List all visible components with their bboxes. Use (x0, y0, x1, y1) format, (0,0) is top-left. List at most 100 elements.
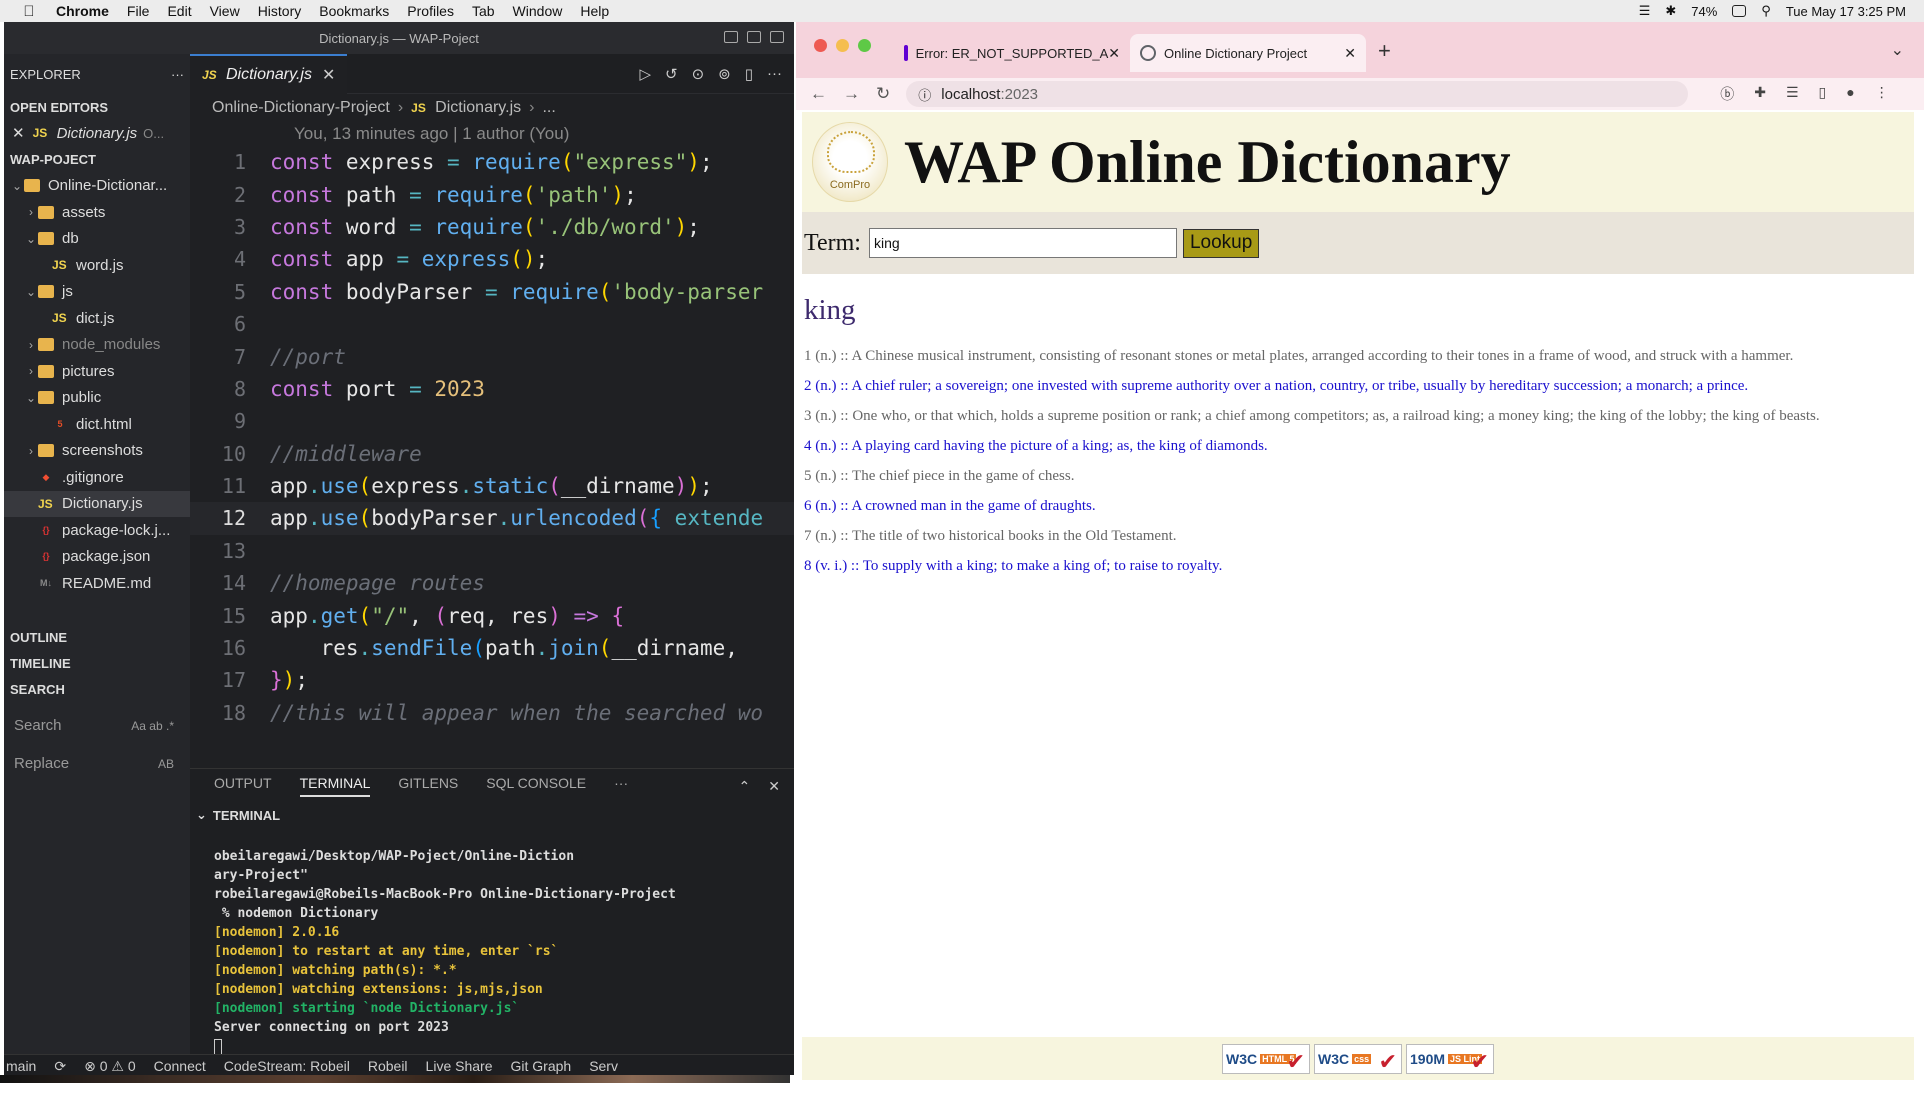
search-section[interactable]: SEARCH (4, 677, 190, 703)
status-item[interactable]: CodeStream: Robeil (224, 1058, 350, 1074)
code-line[interactable]: 18 //this will appear when the searched w… (190, 697, 794, 729)
chrome-menu-icon[interactable]: ⋮ (1875, 84, 1889, 104)
term-input[interactable]: king (868, 228, 1177, 258)
code-lines[interactable]: 1 const express = require("express"); 2 con… (190, 146, 794, 729)
tree-item-db[interactable]: ⌄ db (4, 226, 190, 253)
menu-help[interactable]: Help (580, 3, 609, 19)
search-input[interactable]: Search Aa ab .* (10, 711, 184, 741)
tree-item-screenshots[interactable]: › screenshots (4, 438, 190, 465)
close-tab-icon[interactable]: ✕ (322, 65, 335, 85)
menu-window[interactable]: Window (513, 3, 563, 19)
status-item[interactable]: Git Graph (510, 1058, 571, 1074)
run-icon[interactable]: ▷ (639, 65, 651, 83)
replace-all-icon[interactable]: AB (158, 757, 174, 771)
tree-item-online-dictionar-[interactable]: ⌄ Online-Dictionar... (4, 173, 190, 200)
tree-item-package-lock-j-[interactable]: {} package-lock.j... (4, 517, 190, 544)
tree-item-public[interactable]: ⌄ public (4, 385, 190, 412)
tree-item--gitignore[interactable]: ◆ .gitignore (4, 464, 190, 491)
panel-tab-gitlens[interactable]: GITLENS (398, 775, 458, 797)
close-window-button[interactable] (814, 39, 827, 52)
menu-view[interactable]: View (210, 3, 240, 19)
code-line[interactable]: 6 (190, 308, 794, 340)
tree-item-word-js[interactable]: JS word.js (4, 252, 190, 279)
close-panel-icon[interactable]: ✕ (768, 778, 780, 795)
code-line[interactable]: 16 res. sendFile(path. join(__dirname, (190, 632, 794, 664)
menu-file[interactable]: File (127, 3, 150, 19)
code-line[interactable]: 11 app. use(express. static(__dirname)); (190, 470, 794, 502)
panel-tab-output[interactable]: OUTPUT (214, 775, 272, 797)
more-actions-icon[interactable]: ··· (171, 67, 184, 82)
terminal-output[interactable]: obeilaregawi/Desktop/WAP-Poject/Online-D… (190, 827, 794, 1055)
validator-badge[interactable]: 190M JS Lint ✔ (1406, 1043, 1494, 1074)
close-tab-icon[interactable]: ✕ (1108, 45, 1120, 62)
panel-tab-sql-console[interactable]: SQL CONSOLE (486, 775, 586, 797)
close-icon[interactable]: ✕ (12, 124, 25, 142)
back-icon[interactable]: ← (810, 84, 827, 104)
breadcrumb-folder[interactable]: Online-Dictionary-Project (212, 99, 390, 117)
code-line[interactable]: 17}); (190, 664, 794, 696)
tree-item-pictures[interactable]: › pictures (4, 358, 190, 385)
panel-tab--[interactable]: ··· (614, 775, 628, 797)
menu-tab[interactable]: Tab (472, 3, 495, 19)
code-line[interactable]: 8 const port = 2023 (190, 373, 794, 405)
replace-input[interactable]: Replace AB (10, 749, 184, 779)
code-line[interactable]: 7 //port (190, 340, 794, 372)
timeline-section[interactable]: TIMELINE (4, 651, 190, 677)
validator-badge[interactable]: W3C HTML 5 ✔ (1222, 1043, 1310, 1074)
validator-badge[interactable]: W3C css ✔ (1314, 1043, 1402, 1074)
code-line[interactable]: 5 const bodyParser = require('body-parser (190, 276, 794, 308)
git-commit-icon[interactable]: ⊚ (718, 65, 731, 83)
menu-app-name[interactable]: Chrome (56, 3, 109, 19)
git-blame-annotation[interactable]: You, 13 minutes ago | 1 author (You) (190, 122, 794, 146)
breadcrumb-file[interactable]: Dictionary.js (435, 99, 521, 117)
code-line[interactable]: 10 //middleware (190, 438, 794, 470)
side-panel-icon[interactable]: ▯ (1819, 84, 1827, 104)
site-info-icon[interactable]: ⓘ (918, 85, 931, 104)
tab-search-icon[interactable]: ⌄ (1891, 40, 1904, 60)
lookup-button[interactable]: Lookup (1182, 228, 1260, 258)
project-section[interactable]: WAP-POJECT (4, 147, 190, 173)
search-options-icon[interactable]: Aa ab .* (131, 719, 174, 733)
menu-profiles[interactable]: Profiles (407, 3, 454, 19)
status-item[interactable]: Robeil (368, 1058, 408, 1074)
open-editors-section[interactable]: OPEN EDITORS (4, 94, 190, 120)
code-line[interactable]: 15 app. get("/", (req, res) => { (190, 599, 794, 631)
breadcrumb-symbol[interactable]: ... (542, 99, 555, 117)
code-line[interactable]: 3 const word = require('./db/word'); (190, 211, 794, 243)
layout-secondary-icon[interactable] (770, 31, 784, 43)
tree-item-node-modules[interactable]: › node_modules (4, 332, 190, 359)
browser-tab[interactable]: Error: ER_NOT_SUPPORTED_A ✕ (894, 34, 1130, 72)
code-line[interactable]: 13 (190, 535, 794, 567)
layout-sidebar-icon[interactable] (724, 31, 738, 43)
minimize-window-button[interactable] (836, 39, 849, 52)
status-item[interactable]: Serv (589, 1058, 618, 1074)
menu-bookmarks[interactable]: Bookmarks (319, 3, 389, 19)
forward-icon[interactable]: → (843, 84, 860, 104)
outline-section[interactable]: OUTLINE (4, 625, 190, 651)
git-compare-icon[interactable]: ⊙ (692, 65, 705, 83)
code-line[interactable]: 4 const app = express(); (190, 243, 794, 275)
wifi-icon[interactable]: ☰ (1639, 3, 1651, 19)
reload-icon[interactable]: ↻ (876, 84, 890, 104)
code-line[interactable]: 2 const path = require('path'); (190, 178, 794, 210)
datetime[interactable]: Tue May 17 3:25 PM (1786, 4, 1906, 19)
menu-edit[interactable]: Edit (167, 3, 191, 19)
code-line[interactable]: 14 //homepage routes (190, 567, 794, 599)
split-editor-icon[interactable]: ▯ (745, 65, 753, 83)
status-item[interactable]: main (6, 1058, 36, 1074)
extension-icon[interactable]: ⓑ (1720, 84, 1734, 104)
panel-tab-terminal[interactable]: TERMINAL (299, 775, 371, 797)
layout-panel-icon[interactable] (747, 31, 761, 43)
search-icon[interactable]: ⚲ (1761, 3, 1771, 19)
battery-icon[interactable] (1732, 5, 1747, 17)
tree-item-dict-js[interactable]: JS dict.js (4, 305, 190, 332)
maximize-panel-icon[interactable]: ⌃ (739, 778, 751, 795)
apple-icon[interactable]:  (14, 3, 44, 20)
tree-item-package-json[interactable]: {} package.json (4, 544, 190, 571)
more-icon[interactable]: ··· (767, 65, 782, 83)
address-bar[interactable]: ⓘ localhost:2023 (906, 81, 1689, 107)
browser-tab[interactable]: Online Dictionary Project ✕ (1130, 34, 1366, 72)
history-icon[interactable]: ↺ (665, 65, 678, 83)
open-editor-item[interactable]: ✕ JS Dictionary.js O... (4, 120, 190, 147)
bluetooth-icon[interactable]: ✱ (1665, 3, 1676, 19)
